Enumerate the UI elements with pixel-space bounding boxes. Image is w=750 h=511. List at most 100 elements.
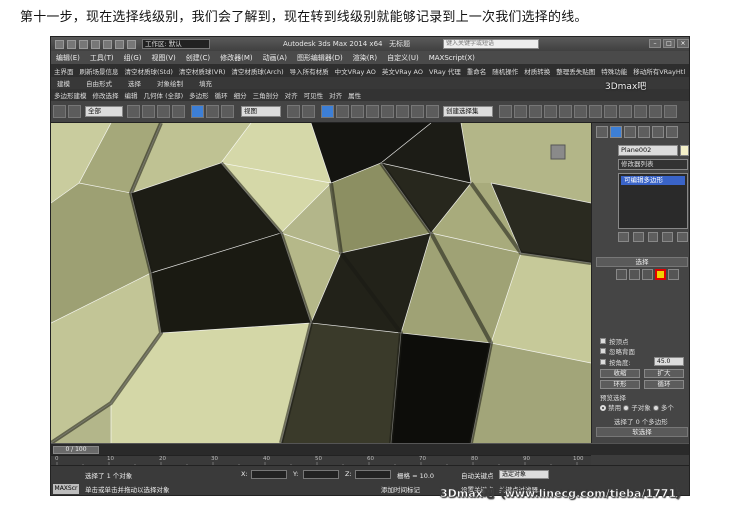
plugin-item[interactable]: 重命名: [464, 66, 490, 76]
menu-rendering[interactable]: 渲染(R): [348, 53, 382, 63]
workspace-select[interactable]: 工作区: 默认: [142, 39, 210, 49]
mirror-icon[interactable]: [396, 105, 409, 118]
close-button[interactable]: ×: [677, 39, 689, 48]
pivot-center-icon[interactable]: [287, 105, 300, 118]
snap-toggle-icon[interactable]: [321, 105, 334, 118]
teapot-icon[interactable]: [634, 105, 647, 118]
plugin-item[interactable]: 整理丢失贴图: [553, 66, 598, 76]
selection-rollout-header[interactable]: 选择: [596, 257, 688, 267]
by-angle-checkbox[interactable]: 按角度:: [600, 357, 631, 367]
curve-editor-icon[interactable]: [514, 105, 527, 118]
object-name-field[interactable]: Plane002: [618, 145, 678, 156]
plugin-item[interactable]: 特殊功能: [598, 66, 630, 76]
plugin-item[interactable]: 清空材质球(VR): [176, 66, 229, 76]
ribbon-sub-item[interactable]: 几何体 (全部): [141, 90, 187, 100]
loop-button[interactable]: 循环: [644, 380, 684, 389]
shrink-button[interactable]: 收缩: [600, 369, 640, 378]
angle-snap-icon[interactable]: [336, 105, 349, 118]
vertex-level-icon[interactable]: [616, 269, 627, 280]
ribbon-sub-item[interactable]: 对齐: [282, 90, 301, 100]
maximize-button[interactable]: □: [663, 39, 675, 48]
show-end-result-icon[interactable]: [632, 232, 644, 242]
modify-tab-icon[interactable]: [610, 126, 622, 138]
menu-graph-editors[interactable]: 图形编辑器(D): [292, 53, 348, 63]
display-tab-icon[interactable]: [652, 126, 664, 138]
menu-group[interactable]: 组(G): [119, 53, 147, 63]
menu-edit[interactable]: 编辑(E): [51, 53, 85, 63]
ring-button[interactable]: 环形: [600, 380, 640, 389]
spinner-snap-icon[interactable]: [366, 105, 379, 118]
z-coord-field[interactable]: [355, 470, 391, 479]
element-level-icon[interactable]: [668, 269, 679, 280]
plugin-item[interactable]: 清空材质球(Arch): [228, 66, 286, 76]
motion-tab-icon[interactable]: [638, 126, 650, 138]
named-selection-select[interactable]: 创建选择集: [443, 106, 493, 117]
ribbon-sub-item[interactable]: 可见性: [301, 90, 327, 100]
app-menu-icon[interactable]: [55, 39, 64, 49]
time-slider[interactable]: 0 / 100: [53, 446, 99, 454]
window-crossing-icon[interactable]: [172, 105, 185, 118]
border-level-icon[interactable]: [642, 269, 653, 280]
menu-views[interactable]: 视图(V): [147, 53, 181, 63]
ignore-backfacing-checkbox[interactable]: 忽略背面: [600, 346, 635, 356]
project-folder-icon[interactable]: [127, 39, 136, 49]
move-icon[interactable]: [191, 105, 204, 118]
modifier-list-select[interactable]: 修改器列表: [618, 159, 688, 170]
help-search-input[interactable]: 键入关键字或短语: [443, 39, 539, 49]
render-frame-icon[interactable]: [574, 105, 587, 118]
plugin-item[interactable]: 导入所有材质: [287, 66, 332, 76]
plugin-item[interactable]: 主界面: [51, 66, 77, 76]
ribbon-sub-item[interactable]: 三角剖分: [250, 90, 282, 100]
make-unique-icon[interactable]: [647, 232, 659, 242]
effects-icon[interactable]: [664, 105, 677, 118]
plugin-item[interactable]: 中文VRay AO: [332, 66, 379, 76]
plugin-item[interactable]: 材质转换: [521, 66, 553, 76]
add-time-tag[interactable]: 添加时间标记: [381, 484, 420, 494]
plugin-item[interactable]: 刷新场景信息: [77, 66, 122, 76]
plugin-item[interactable]: 英文VRay AO: [379, 66, 426, 76]
schematic-view-icon[interactable]: [529, 105, 542, 118]
ribbon-sub-item[interactable]: 多边形建模: [51, 90, 90, 100]
menu-maxscript[interactable]: MAXScript(X): [424, 54, 480, 62]
selection-filter-select[interactable]: 全部: [85, 106, 123, 117]
perspective-viewport[interactable]: [51, 123, 591, 443]
tab-modeling[interactable]: 建模: [51, 78, 80, 88]
redo-icon[interactable]: [68, 105, 81, 118]
ribbon-sub-item[interactable]: 对齐: [326, 90, 345, 100]
ribbon-sub-item[interactable]: 编辑: [122, 90, 141, 100]
x-coord-field[interactable]: [251, 470, 287, 479]
minimize-button[interactable]: –: [649, 39, 661, 48]
configure-sets-icon[interactable]: [677, 232, 688, 242]
edge-level-icon[interactable]: [629, 269, 640, 280]
new-file-icon[interactable]: [67, 39, 76, 49]
ribbon-sub-item[interactable]: 细分: [231, 90, 250, 100]
y-coord-field[interactable]: [303, 470, 339, 479]
remove-modifier-icon[interactable]: [662, 232, 674, 242]
maxscript-listener[interactable]: MAXScr: [53, 484, 79, 494]
select-by-name-icon[interactable]: [142, 105, 155, 118]
plugin-item[interactable]: VRay 代理: [426, 66, 464, 76]
stack-item-editable-poly[interactable]: 可编辑多边形: [621, 176, 685, 185]
grow-button[interactable]: 扩大: [644, 369, 684, 378]
ribbon-sub-item[interactable]: 多边形: [186, 90, 212, 100]
select-object-icon[interactable]: [127, 105, 140, 118]
soft-selection-rollout-header[interactable]: 软选择: [596, 427, 688, 437]
percent-snap-icon[interactable]: [351, 105, 364, 118]
ribbon-sub-item[interactable]: 循环: [212, 90, 231, 100]
tab-selection[interactable]: 选择: [122, 78, 151, 88]
vray-icon[interactable]: [604, 105, 617, 118]
by-vertex-checkbox[interactable]: 按顶点: [600, 336, 629, 346]
edit-named-sel-icon[interactable]: [381, 105, 394, 118]
menu-modifiers[interactable]: 修改器(M): [215, 53, 258, 63]
undo-icon[interactable]: [103, 39, 112, 49]
vfb-icon[interactable]: [619, 105, 632, 118]
redo-icon[interactable]: [115, 39, 124, 49]
rotate-icon[interactable]: [206, 105, 219, 118]
track-bar[interactable]: 0 10 20 30 40 50 60 70 80 90 100: [51, 455, 591, 466]
menu-customize[interactable]: 自定义(U): [382, 53, 424, 63]
object-color-swatch[interactable]: [680, 145, 689, 156]
menu-create[interactable]: 创建(C): [181, 53, 215, 63]
tab-populate[interactable]: 填充: [193, 78, 222, 88]
rect-selection-icon[interactable]: [157, 105, 170, 118]
undo-icon[interactable]: [53, 105, 66, 118]
